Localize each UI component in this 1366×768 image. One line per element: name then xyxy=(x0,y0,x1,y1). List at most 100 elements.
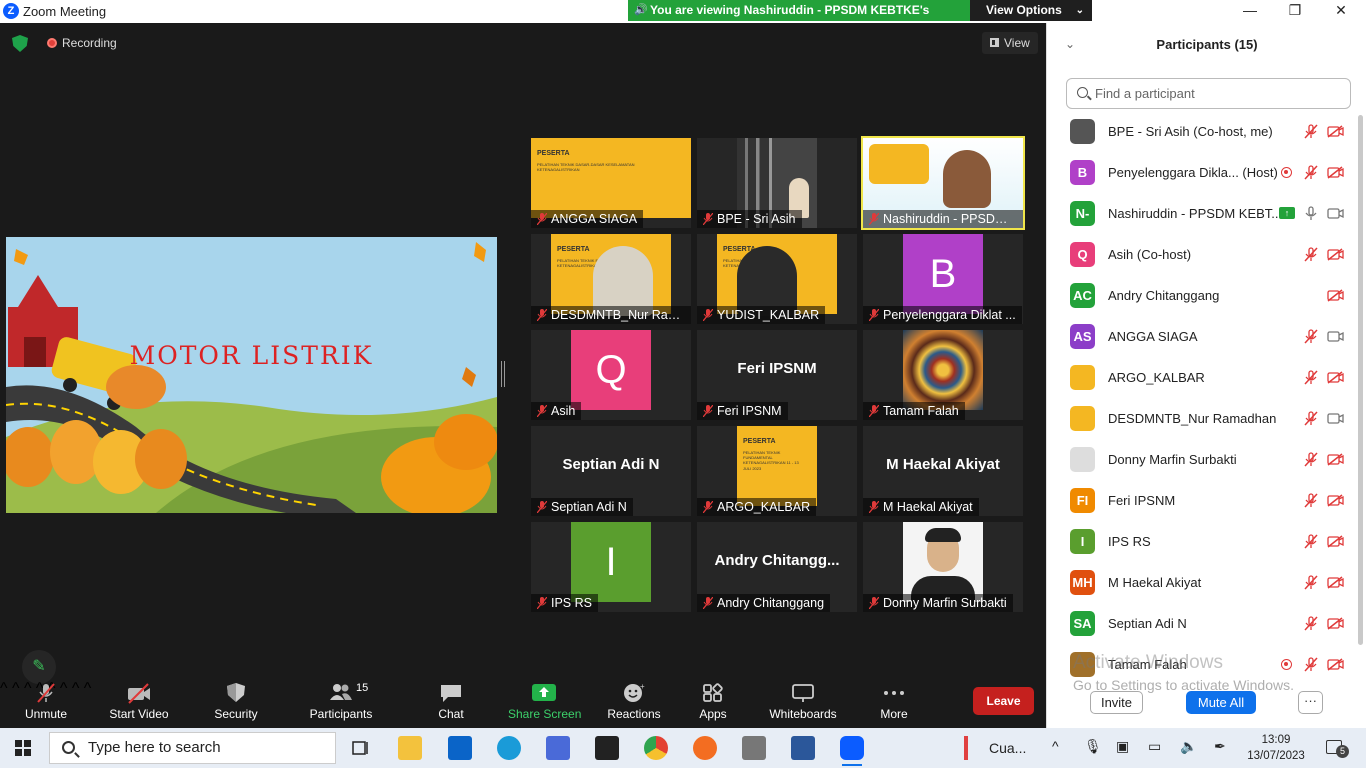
security-button[interactable]: Security xyxy=(208,680,264,728)
mic-muted-icon[interactable] xyxy=(1304,124,1318,139)
close-button[interactable]: ✕ xyxy=(1331,2,1351,19)
camera-off-icon[interactable] xyxy=(1327,576,1344,589)
windows-start-icon[interactable] xyxy=(15,740,31,756)
chrome-icon[interactable] xyxy=(644,736,668,760)
store-icon[interactable] xyxy=(546,736,570,760)
mail-icon[interactable] xyxy=(448,736,472,760)
participant-row[interactable]: AC Andry Chitanggang xyxy=(1047,275,1357,316)
participant-list-scrollbar[interactable] xyxy=(1358,115,1363,645)
zoom-taskbar-icon[interactable] xyxy=(840,736,864,766)
participant-row[interactable]: I IPS RS xyxy=(1047,521,1357,562)
video-tile[interactable]: Donny Marfin Surbakti xyxy=(863,522,1023,612)
leave-button[interactable]: Leave xyxy=(973,687,1034,715)
weather-text[interactable]: Cua... xyxy=(989,740,1026,756)
camera-off-icon[interactable] xyxy=(1327,248,1344,261)
more-button[interactable]: More xyxy=(872,680,916,728)
mic-muted-icon[interactable] xyxy=(1304,411,1318,426)
participant-row[interactable]: ARGO_KALBAR xyxy=(1047,357,1357,398)
restore-button[interactable]: ❐ xyxy=(1285,2,1305,19)
start-video-button[interactable]: Start Video xyxy=(104,680,174,728)
participant-row[interactable]: MH M Haekal Akiyat xyxy=(1047,562,1357,603)
invite-button[interactable]: Invite xyxy=(1090,691,1143,714)
camera-off-icon[interactable] xyxy=(1327,371,1344,384)
video-tile[interactable]: Q Asih xyxy=(531,330,691,420)
video-tile[interactable]: PESERTAPELATIHAN TEKNIK FUNDAMENTAL KETE… xyxy=(531,234,691,324)
video-tile[interactable]: Feri IPSNM Feri IPSNM xyxy=(697,330,857,420)
chat-button[interactable]: Chat xyxy=(428,680,474,728)
unmute-options-chevron-icon[interactable]: ^ xyxy=(0,680,8,697)
camera-on-icon[interactable] xyxy=(1327,207,1344,220)
video-tile[interactable]: Nashiruddin - PPSDM K... xyxy=(861,136,1025,230)
video-tile[interactable]: B Penyelenggara Diklat ... xyxy=(863,234,1023,324)
video-tile[interactable]: PESERTAPELATIHAN TEKNIK FUNDAMENTAL KETE… xyxy=(697,426,857,516)
participant-row[interactable]: Q Asih (Co-host) xyxy=(1047,234,1357,275)
participant-row[interactable]: FI Feri IPSNM xyxy=(1047,480,1357,521)
apps-button[interactable]: Apps xyxy=(690,680,736,728)
taskbar-clock[interactable]: 13:09 13/07/2023 xyxy=(1246,732,1306,764)
whiteboards-options-chevron-icon[interactable]: ^ xyxy=(84,680,92,697)
mic-muted-icon[interactable] xyxy=(1304,452,1318,467)
tray-expand-icon[interactable]: ^ xyxy=(1052,738,1059,754)
camera-off-icon[interactable] xyxy=(1327,658,1344,671)
camera-on-icon[interactable] xyxy=(1327,330,1344,343)
share-screen-button[interactable]: Share Screen xyxy=(508,680,581,728)
camera-off-icon[interactable] xyxy=(1327,494,1344,507)
mic-muted-icon[interactable] xyxy=(1304,534,1318,549)
participant-row[interactable]: N- Nashiruddin - PPSDM KEBT... ↑ xyxy=(1047,193,1357,234)
panel-more-button[interactable]: ··· xyxy=(1298,691,1323,714)
taskbar-search-input[interactable]: Type here to search xyxy=(49,732,336,764)
mic-on-icon[interactable] xyxy=(1304,206,1318,221)
shield-icon[interactable] xyxy=(12,35,28,52)
firefox-icon[interactable] xyxy=(693,736,717,760)
pen-tray-icon[interactable]: ✒ xyxy=(1214,738,1226,755)
volume-icon[interactable]: 🔈 xyxy=(1180,738,1197,755)
participant-search-input[interactable]: Find a participant xyxy=(1066,78,1351,109)
mute-all-button[interactable]: Mute All xyxy=(1186,691,1256,714)
mic-muted-icon[interactable] xyxy=(1304,616,1318,631)
battery-icon[interactable]: ▭ xyxy=(1148,738,1161,755)
camera-off-icon[interactable] xyxy=(1327,617,1344,630)
camera-off-icon[interactable] xyxy=(1327,125,1344,138)
view-button[interactable]: View xyxy=(982,32,1038,54)
participant-row[interactable]: DESDMNTB_Nur Ramadhan xyxy=(1047,398,1357,439)
edge-icon[interactable] xyxy=(497,736,521,760)
camera-on-icon[interactable] xyxy=(1327,412,1344,425)
mic-muted-icon[interactable] xyxy=(1304,657,1318,672)
resize-handle[interactable] xyxy=(501,361,505,387)
participants-button[interactable]: 15 Participants xyxy=(304,680,378,728)
participant-row[interactable]: B Penyelenggara Dikla... (Host) xyxy=(1047,152,1357,193)
video-tile[interactable]: Andry Chitangg... Andry Chitanggang xyxy=(697,522,857,612)
printer-app-icon[interactable] xyxy=(742,736,766,760)
mic-muted-icon[interactable] xyxy=(1304,370,1318,385)
file-explorer-icon[interactable] xyxy=(398,736,422,760)
microphone-tray-icon[interactable]: 🎙 xyxy=(1084,738,1102,755)
mic-muted-icon[interactable] xyxy=(1304,329,1318,344)
mic-muted-icon[interactable] xyxy=(1304,575,1318,590)
task-view-icon[interactable] xyxy=(349,736,373,760)
minimize-button[interactable]: — xyxy=(1240,2,1260,18)
participant-row[interactable]: SA Septian Adi N xyxy=(1047,603,1357,644)
video-tile[interactable]: PESERTA PELATIHAN TEKNIK DASAR-DASAR KESE… xyxy=(531,138,691,228)
camera-off-icon[interactable] xyxy=(1327,535,1344,548)
notification-icon[interactable]: 5 xyxy=(1326,740,1349,758)
participant-row[interactable]: BPE - Sri Asih (Co-host, me) xyxy=(1047,111,1357,152)
video-tile[interactable]: Tamam Falah xyxy=(863,330,1023,420)
reactions-button[interactable]: + Reactions xyxy=(604,680,664,728)
video-tile[interactable]: Septian Adi N Septian Adi N xyxy=(531,426,691,516)
participant-row[interactable]: Donny Marfin Surbakti xyxy=(1047,439,1357,480)
video-tile[interactable]: I IPS RS xyxy=(531,522,691,612)
pencil-icon[interactable]: ✎ xyxy=(22,650,56,684)
mic-muted-icon[interactable] xyxy=(1304,247,1318,262)
video-tile[interactable]: PESERTAPELATIHAN TEKNIK FUNDAMENTAL KETE… xyxy=(697,234,857,324)
star-app-icon[interactable] xyxy=(595,736,619,760)
video-tile[interactable]: M Haekal Akiyat M Haekal Akiyat xyxy=(863,426,1023,516)
thermometer-icon[interactable] xyxy=(958,736,974,760)
camera-off-icon[interactable] xyxy=(1327,453,1344,466)
unmute-button[interactable]: Unmute xyxy=(18,680,74,728)
camera-tray-icon[interactable]: ▣ xyxy=(1116,738,1129,755)
mic-muted-icon[interactable] xyxy=(1304,165,1318,180)
word-icon[interactable] xyxy=(791,736,815,760)
whiteboards-button[interactable]: Whiteboards xyxy=(766,680,840,728)
video-tile[interactable]: BPE - Sri Asih xyxy=(697,138,857,228)
view-options-button[interactable]: View Options ⌄ xyxy=(970,0,1092,21)
